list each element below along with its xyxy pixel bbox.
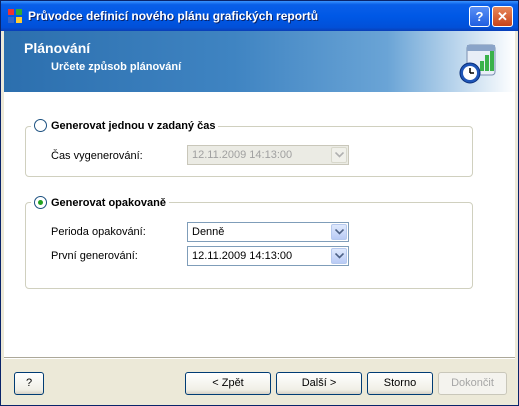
chevron-down-icon[interactable] xyxy=(331,248,347,264)
first-generation-combo[interactable]: 12.11.2009 14:13:00 xyxy=(187,246,349,266)
page-title: Plánování xyxy=(24,40,91,56)
app-icon xyxy=(8,9,22,23)
close-button[interactable]: ✕ xyxy=(492,6,513,27)
once-radio-label: Generovat jednou v zadaný čas xyxy=(51,119,216,132)
title-help-button[interactable]: ? xyxy=(469,6,490,27)
once-radio-button[interactable] xyxy=(34,119,47,132)
period-combo[interactable]: Denně xyxy=(187,222,349,242)
footer-divider-highlight xyxy=(4,358,515,359)
calendar-clock-chart-icon xyxy=(459,44,496,84)
period-value: Denně xyxy=(192,226,225,238)
wizard-header: Plánování Určete způsob plánování xyxy=(4,31,515,92)
repeat-radio[interactable]: Generovat opakovaně xyxy=(31,196,169,209)
finish-button[interactable]: Dokončit xyxy=(438,372,507,395)
period-label: Perioda opakování: xyxy=(51,226,146,238)
time-label: Čas vygenerování: xyxy=(51,150,143,162)
cancel-button[interactable]: Storno xyxy=(367,372,433,395)
back-button[interactable]: < Zpět xyxy=(185,372,271,395)
chevron-down-icon xyxy=(331,147,347,163)
page-subtitle: Určete způsob plánování xyxy=(51,61,182,73)
time-value: 12.11.2009 14:13:00 xyxy=(192,149,293,161)
first-generation-label: První generování: xyxy=(51,250,138,262)
help-button[interactable]: ? xyxy=(14,372,44,395)
time-combo[interactable]: 12.11.2009 14:13:00 xyxy=(187,145,349,165)
first-generation-value: 12.11.2009 14:13:00 xyxy=(192,250,293,262)
repeat-radio-button[interactable] xyxy=(34,196,47,209)
next-button[interactable]: Další > xyxy=(276,372,362,395)
repeat-radio-label: Generovat opakovaně xyxy=(51,196,166,209)
window-title: Průvodce definicí nového plánu grafickýc… xyxy=(28,9,319,23)
wizard-window: Průvodce definicí nového plánu grafickýc… xyxy=(0,0,519,406)
chevron-down-icon[interactable] xyxy=(331,224,347,240)
once-radio[interactable]: Generovat jednou v zadaný čas xyxy=(31,119,219,132)
title-bar[interactable]: Průvodce definicí nového plánu grafickýc… xyxy=(1,1,518,31)
